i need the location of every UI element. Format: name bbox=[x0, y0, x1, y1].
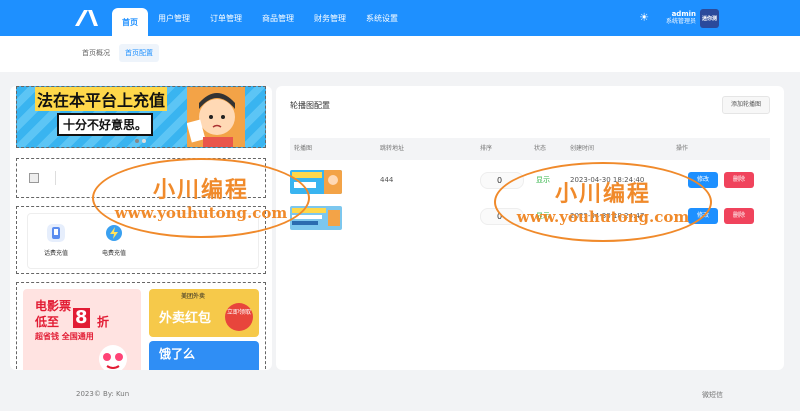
table-row: 0 显示 2023-04-30 18:24:47 修改 删除 bbox=[290, 200, 770, 234]
cell-created-time: 2023-04-30 18:24:47 bbox=[570, 212, 645, 220]
tab-bar: 首页概况 首页配置 bbox=[0, 36, 800, 72]
sort-input[interactable]: 0 bbox=[480, 208, 524, 225]
avatar[interactable]: 迷你测 bbox=[700, 9, 719, 28]
divider bbox=[55, 171, 56, 185]
carousel-thumbnail[interactable] bbox=[290, 170, 342, 194]
sun-icon[interactable]: ☀ bbox=[638, 12, 650, 24]
nav-products[interactable]: 商品管理 bbox=[252, 0, 304, 36]
avatar-text: 迷你测 bbox=[701, 15, 717, 22]
ad-takeout-claim-button[interactable]: 立即领取 bbox=[225, 303, 253, 331]
ad-movie-unit: 折 bbox=[97, 315, 110, 329]
banner-subtitle: 十分不好意思。 bbox=[57, 113, 154, 136]
nav-users[interactable]: 用户管理 bbox=[148, 0, 200, 36]
user-name: admin bbox=[671, 10, 696, 18]
ad-movie-discount: 8 bbox=[73, 307, 90, 328]
top-header: 首页 用户管理 订单管理 商品管理 财务管理 系统设置 ☀ admin 系统管理… bbox=[0, 0, 800, 36]
delete-button[interactable]: 删除 bbox=[724, 172, 754, 188]
ad-takeout-coupon[interactable]: 美团外卖 外卖红包 立即领取 bbox=[149, 289, 259, 337]
ad-movie-subtitle: 超省钱 全国通用 bbox=[35, 332, 94, 341]
main-nav: 首页 用户管理 订单管理 商品管理 财务管理 系统设置 bbox=[112, 0, 408, 36]
preview-entries-block[interactable]: 话费充值 电费充值 bbox=[16, 206, 266, 274]
entry-label: 话费充值 bbox=[43, 250, 68, 257]
table-header: 轮播图 跳转地址 排序 状态 创建时间 操作 bbox=[290, 138, 770, 160]
edit-button[interactable]: 修改 bbox=[688, 172, 718, 188]
sort-input[interactable]: 0 bbox=[480, 172, 524, 189]
column-header-status: 状态 bbox=[534, 145, 547, 152]
tab-home-overview[interactable]: 首页概况 bbox=[76, 44, 116, 62]
column-header-created: 创建时间 bbox=[570, 145, 595, 152]
entry-phone-recharge[interactable]: 话费充值 bbox=[36, 224, 76, 257]
ad-takeout-brand: 美团外卖 bbox=[181, 293, 206, 300]
user-info[interactable]: admin 系统管理员 bbox=[660, 10, 696, 26]
card-title: 轮播图配置 bbox=[290, 101, 330, 110]
electricity-recharge-icon bbox=[106, 225, 122, 241]
nav-finance[interactable]: 财务管理 bbox=[304, 0, 356, 36]
banner-character-image bbox=[187, 87, 245, 147]
entries-card: 话费充值 电费充值 bbox=[27, 213, 259, 269]
preview-ads-block[interactable]: 电影票 低至 8 折 超省钱 全国通用 美团外卖 外卖红包 立即领取 饿了么 bbox=[16, 282, 266, 370]
preview-banner[interactable]: 法在本平台上充值 十分不好意思。 bbox=[16, 86, 266, 148]
ad-eleme-title: 饿了么 bbox=[159, 347, 196, 361]
ad-movie-low: 低至 bbox=[35, 315, 60, 329]
status-badge: 显示 bbox=[536, 176, 550, 184]
carousel-config-card: 轮播图配置 添加轮播图 轮播图 跳转地址 排序 状态 创建时间 操作 444 0… bbox=[276, 86, 784, 370]
carousel-dot[interactable] bbox=[135, 139, 139, 143]
edit-button[interactable]: 修改 bbox=[688, 208, 718, 224]
user-role: 系统管理员 bbox=[665, 18, 696, 25]
column-header-sort: 排序 bbox=[480, 145, 493, 152]
delete-button[interactable]: 删除 bbox=[724, 208, 754, 224]
entry-electricity-recharge[interactable]: 电费充值 bbox=[94, 224, 134, 257]
banner-title: 法在本平台上充值 bbox=[35, 87, 168, 111]
ad-eleme[interactable]: 饿了么 bbox=[149, 341, 259, 370]
logo-icon[interactable] bbox=[72, 9, 100, 27]
mobile-preview: 法在本平台上充值 十分不好意思。 话费充值 电费充值 电影票 低至 8 折 超省… bbox=[10, 86, 272, 370]
preview-notice-block[interactable] bbox=[16, 158, 266, 198]
cell-link: 444 bbox=[380, 176, 394, 184]
phone-recharge-icon bbox=[47, 224, 65, 242]
footer-link[interactable]: 微短信 bbox=[702, 390, 723, 400]
cat-mascot-image bbox=[99, 345, 127, 370]
nav-settings[interactable]: 系统设置 bbox=[356, 0, 408, 36]
nav-orders[interactable]: 订单管理 bbox=[200, 0, 252, 36]
carousel-thumbnail[interactable] bbox=[290, 206, 342, 230]
entry-label: 电费充值 bbox=[101, 250, 126, 257]
column-header-link: 跳转地址 bbox=[380, 145, 405, 152]
carousel-dot[interactable] bbox=[142, 139, 146, 143]
broken-image-icon bbox=[29, 173, 39, 183]
footer-copyright: 2023© By: Kun bbox=[76, 390, 130, 398]
tab-home-config[interactable]: 首页配置 bbox=[119, 44, 159, 62]
ad-movie-ticket[interactable]: 电影票 低至 8 折 超省钱 全国通用 bbox=[23, 289, 141, 370]
carousel-indicator[interactable] bbox=[135, 139, 146, 143]
ad-movie-title: 电影票 bbox=[35, 299, 72, 313]
column-header-actions: 操作 bbox=[676, 145, 689, 152]
add-carousel-button[interactable]: 添加轮播图 bbox=[722, 96, 770, 114]
table-row: 444 0 显示 2023-04-30 18:24:40 修改 删除 bbox=[290, 164, 770, 198]
ad-takeout-title: 外卖红包 bbox=[159, 311, 212, 326]
nav-home[interactable]: 首页 bbox=[112, 8, 148, 36]
status-badge: 显示 bbox=[536, 212, 550, 220]
cell-created-time: 2023-04-30 18:24:40 bbox=[570, 176, 645, 184]
column-header-image: 轮播图 bbox=[294, 145, 313, 152]
